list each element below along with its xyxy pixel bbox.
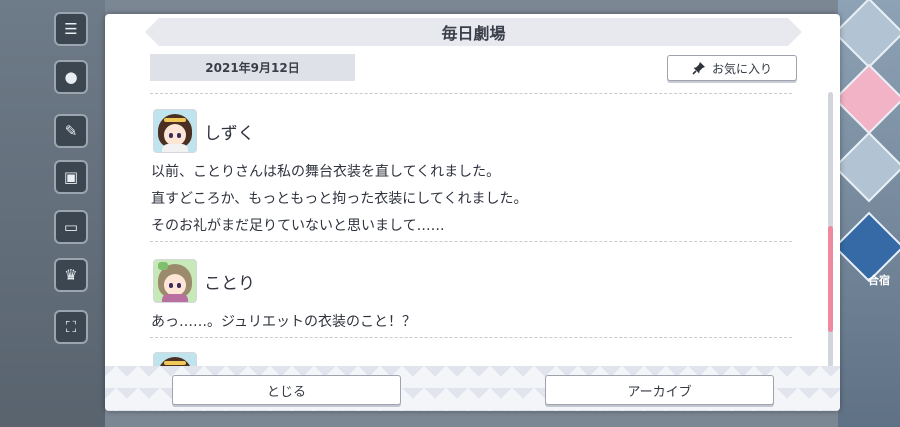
avatar-shizuku — [153, 352, 197, 366]
message-line: あっ……。ジュリエットの衣装のこと！？ — [151, 314, 417, 330]
dialog-title: 毎日劇場 — [145, 18, 802, 46]
divider — [150, 241, 792, 242]
screen-icon[interactable]: ▭ — [54, 210, 88, 244]
background-tile — [833, 131, 900, 203]
speaker-row: しずく — [153, 109, 255, 153]
speaker-row: ことり — [153, 259, 255, 303]
daily-theater-dialog: 毎日劇場 2021年9月12日 お気に入り しずく 以前、ことりさんは私の舞台衣… — [105, 14, 840, 411]
chat-icon[interactable]: ● — [54, 60, 88, 94]
speaker-row — [153, 352, 197, 366]
background-left-menu: ☰ ● ✎ ▣ ▭ ♛ ⛶ — [0, 0, 105, 427]
background-tile — [833, 211, 900, 283]
message-line: 以前、ことりさんは私の舞台衣装を直してくれました。 — [151, 164, 501, 180]
avatar-kotori — [153, 259, 197, 303]
pin-icon — [692, 62, 705, 75]
mission-icon[interactable]: ✎ — [54, 114, 88, 148]
fullscreen-icon[interactable]: ⛶ — [54, 310, 88, 344]
menu-icon[interactable]: ☰ — [54, 12, 88, 46]
message-line: 直すどころか、もっともっと拘った衣装にしてくれました。 — [151, 191, 528, 207]
date-label: 2021年9月12日 — [150, 54, 355, 81]
gift-icon[interactable]: ▣ — [54, 160, 88, 194]
avatar-shizuku — [153, 109, 197, 153]
archive-button[interactable]: アーカイブ — [545, 375, 774, 405]
background-label: 合宿 — [868, 274, 890, 287]
favorite-label: お気に入り — [711, 61, 772, 76]
favorite-button[interactable]: お気に入り — [667, 55, 797, 81]
speaker-name: しずく — [204, 123, 255, 144]
speaker-name: ことり — [204, 273, 255, 294]
message-list[interactable]: しずく 以前、ことりさんは私の舞台衣装を直してくれました。 直すどころか、もっと… — [105, 90, 840, 366]
background-tile — [833, 63, 900, 135]
trophy-icon[interactable]: ♛ — [54, 258, 88, 292]
dialog-footer: とじる アーカイブ — [105, 366, 840, 411]
close-button[interactable]: とじる — [172, 375, 401, 405]
background-tile — [833, 0, 900, 69]
message-line: そのお礼がまだ足りていないと思いまして…… — [151, 218, 445, 234]
scrollbar-thumb[interactable] — [828, 226, 833, 332]
divider — [150, 337, 792, 338]
background-right-panel: 合宿 — [833, 0, 900, 427]
